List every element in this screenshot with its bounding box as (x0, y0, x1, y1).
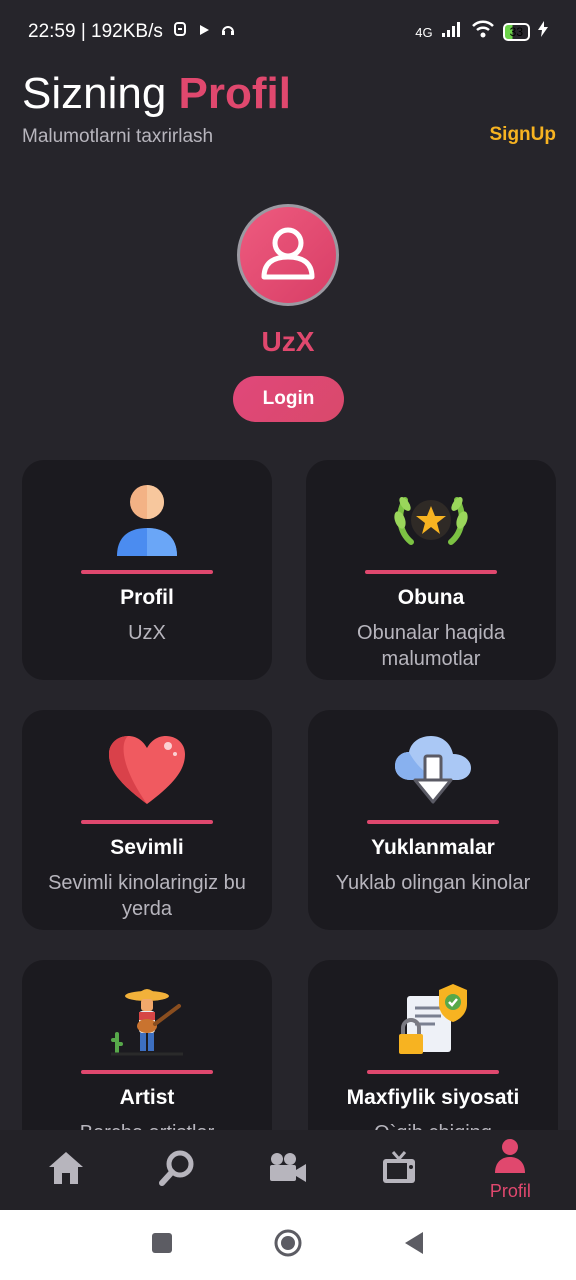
card-divider (365, 570, 497, 574)
profile-icon (494, 1138, 526, 1179)
signal-icon (441, 20, 463, 44)
user-icon (22, 480, 272, 560)
page-header: Sizning Profil Malumotlarni taxrirlash S… (22, 68, 556, 148)
tv-icon (381, 1150, 417, 1191)
card-divider (81, 820, 213, 824)
cloud-download-icon (308, 730, 558, 810)
title-accent: Profil (178, 69, 291, 118)
play-icon (197, 21, 211, 43)
user-avatar-icon (256, 221, 320, 290)
heart-icon (22, 730, 272, 810)
card-desc: Sevimli kinolaringiz bu yerda (48, 872, 246, 920)
home-icon (47, 1150, 85, 1191)
network-type: 4G (415, 24, 433, 40)
card-label: Maxfiylik siyosati (346, 1086, 520, 1109)
page-title: Sizning Profil (22, 68, 556, 120)
card-divider (81, 1070, 213, 1074)
document-lock-icon (308, 980, 558, 1060)
home-button[interactable] (273, 1228, 303, 1263)
card-profil[interactable]: Profil UzX (22, 460, 272, 680)
recents-button[interactable] (151, 1232, 173, 1259)
guitarist-icon (22, 980, 272, 1060)
card-label: Profil (120, 586, 174, 609)
video-camera-icon (268, 1151, 308, 1190)
laurel-star-icon (306, 480, 556, 560)
card-desc: Obunalar haqida malumotlar (357, 622, 505, 670)
card-label: Sevimli (110, 836, 184, 859)
card-label: Artist (119, 1086, 175, 1109)
card-divider (81, 570, 213, 574)
card-label: Yuklanmalar (371, 836, 495, 859)
login-button[interactable]: Login (233, 376, 344, 422)
bottom-nav: Profil (0, 1130, 576, 1210)
nav-tv[interactable] (349, 1130, 449, 1210)
wifi-icon (471, 20, 495, 44)
signup-link[interactable]: SignUp (490, 124, 557, 146)
back-button[interactable] (403, 1230, 425, 1261)
search-icon (158, 1149, 196, 1192)
nav-profile-label: Profil (489, 1181, 531, 1201)
card-obuna[interactable]: Obuna Obunalar haqida malumotlar (306, 460, 556, 680)
card-divider (367, 1070, 499, 1074)
card-sevimli[interactable]: Sevimli Sevimli kinolaringiz bu yerda (22, 710, 272, 930)
nav-profile[interactable]: Profil (460, 1130, 560, 1210)
status-bar: 22:59 | 192KB/s 4G 33 (0, 0, 576, 64)
avatar[interactable] (237, 204, 339, 306)
nav-home[interactable] (16, 1130, 116, 1210)
page-subtitle: Malumotlarni taxrirlash (22, 126, 214, 147)
status-left: 22:59 | 192KB/s (28, 21, 235, 43)
card-desc: UzX (128, 622, 166, 644)
card-divider (367, 820, 499, 824)
nav-search[interactable] (127, 1130, 227, 1210)
notification-icon (173, 21, 187, 43)
card-label: Obuna (397, 586, 465, 609)
status-time: 22:59 | 192KB/s (28, 21, 163, 42)
card-desc: Yuklab olingan kinolar (335, 872, 531, 894)
charging-icon (538, 21, 548, 43)
username: UzX (261, 326, 315, 357)
status-right: 4G 33 (415, 20, 548, 44)
card-yuklanmalar[interactable]: Yuklanmalar Yuklab olingan kinolar (308, 710, 558, 930)
system-nav-bar (0, 1210, 576, 1280)
nav-videos[interactable] (238, 1130, 338, 1210)
headset-icon (221, 21, 235, 43)
battery-icon: 33 (502, 23, 530, 41)
title-plain: Sizning (22, 69, 167, 118)
